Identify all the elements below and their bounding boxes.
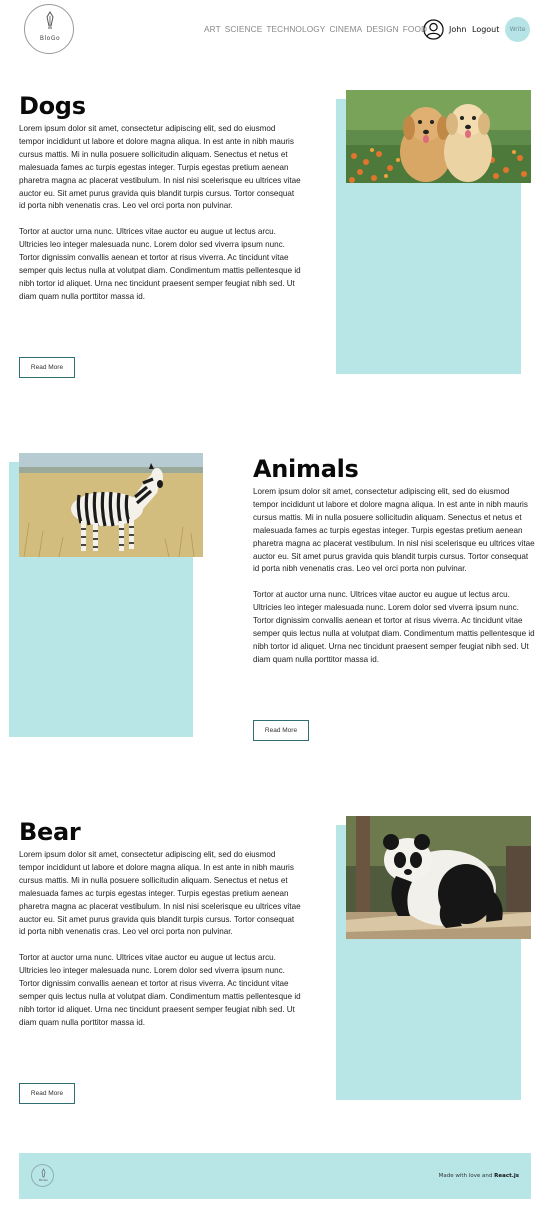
user-profile-icon[interactable]	[423, 19, 444, 40]
site-logo[interactable]: BloGo	[24, 4, 74, 54]
post-title-animals[interactable]: Animals	[253, 455, 359, 483]
username: John	[449, 25, 467, 34]
read-more-button[interactable]: Read More	[19, 357, 75, 378]
post-title-bear[interactable]: Bear	[19, 818, 81, 846]
zebra-photo	[19, 453, 203, 557]
read-more-button[interactable]: Read More	[253, 720, 309, 741]
read-more-button[interactable]: Read More	[19, 1083, 75, 1104]
nav-item-design[interactable]: DESIGN	[366, 24, 398, 34]
footer-credit-brand: React.js	[494, 1173, 519, 1179]
post-paragraph: Tortor at auctor urna nunc. Ultrices vit…	[19, 227, 301, 301]
quill-pen-icon	[46, 11, 54, 29]
post-title-dogs[interactable]: Dogs	[19, 92, 86, 120]
nav-item-technology[interactable]: TECHNOLOGY	[266, 24, 325, 34]
site-header: BloGo ART SCIENCE TECHNOLOGY CINEMA DESI…	[0, 0, 558, 60]
site-footer: BloGo Made with love and React.js	[19, 1153, 531, 1199]
nav-item-art[interactable]: ART	[204, 24, 221, 34]
write-button[interactable]: Write	[505, 17, 530, 42]
footer-credit: Made with love and React.js	[439, 1173, 519, 1179]
post-paragraph: Tortor at auctor urna nunc. Ultrices vit…	[253, 590, 535, 664]
puppies-photo	[346, 90, 531, 183]
post-body-bear: Lorem ipsum dolor sit amet, consectetur …	[19, 849, 301, 1030]
logo-text: BloGo	[39, 35, 61, 42]
nav-item-cinema[interactable]: CINEMA	[329, 24, 362, 34]
category-nav: ART SCIENCE TECHNOLOGY CINEMA DESIGN FOO…	[204, 24, 427, 34]
panda-photo	[346, 816, 531, 939]
post-paragraph: Lorem ipsum dolor sit amet, consectetur …	[253, 487, 535, 574]
post-paragraph: Tortor at auctor urna nunc. Ultrices vit…	[19, 953, 301, 1027]
logout-link[interactable]: Logout	[472, 25, 499, 34]
nav-item-science[interactable]: SCIENCE	[225, 24, 263, 34]
footer-credit-text: Made with love and	[438, 1173, 495, 1179]
post-paragraph: Lorem ipsum dolor sit amet, consectetur …	[19, 850, 301, 937]
post-paragraph: Lorem ipsum dolor sit amet, consectetur …	[19, 124, 301, 211]
footer-logo-text: BloGo	[39, 1178, 48, 1182]
post-body-dogs: Lorem ipsum dolor sit amet, consectetur …	[19, 123, 301, 304]
post-body-animals: Lorem ipsum dolor sit amet, consectetur …	[253, 486, 535, 667]
footer-logo[interactable]: BloGo	[31, 1164, 54, 1187]
